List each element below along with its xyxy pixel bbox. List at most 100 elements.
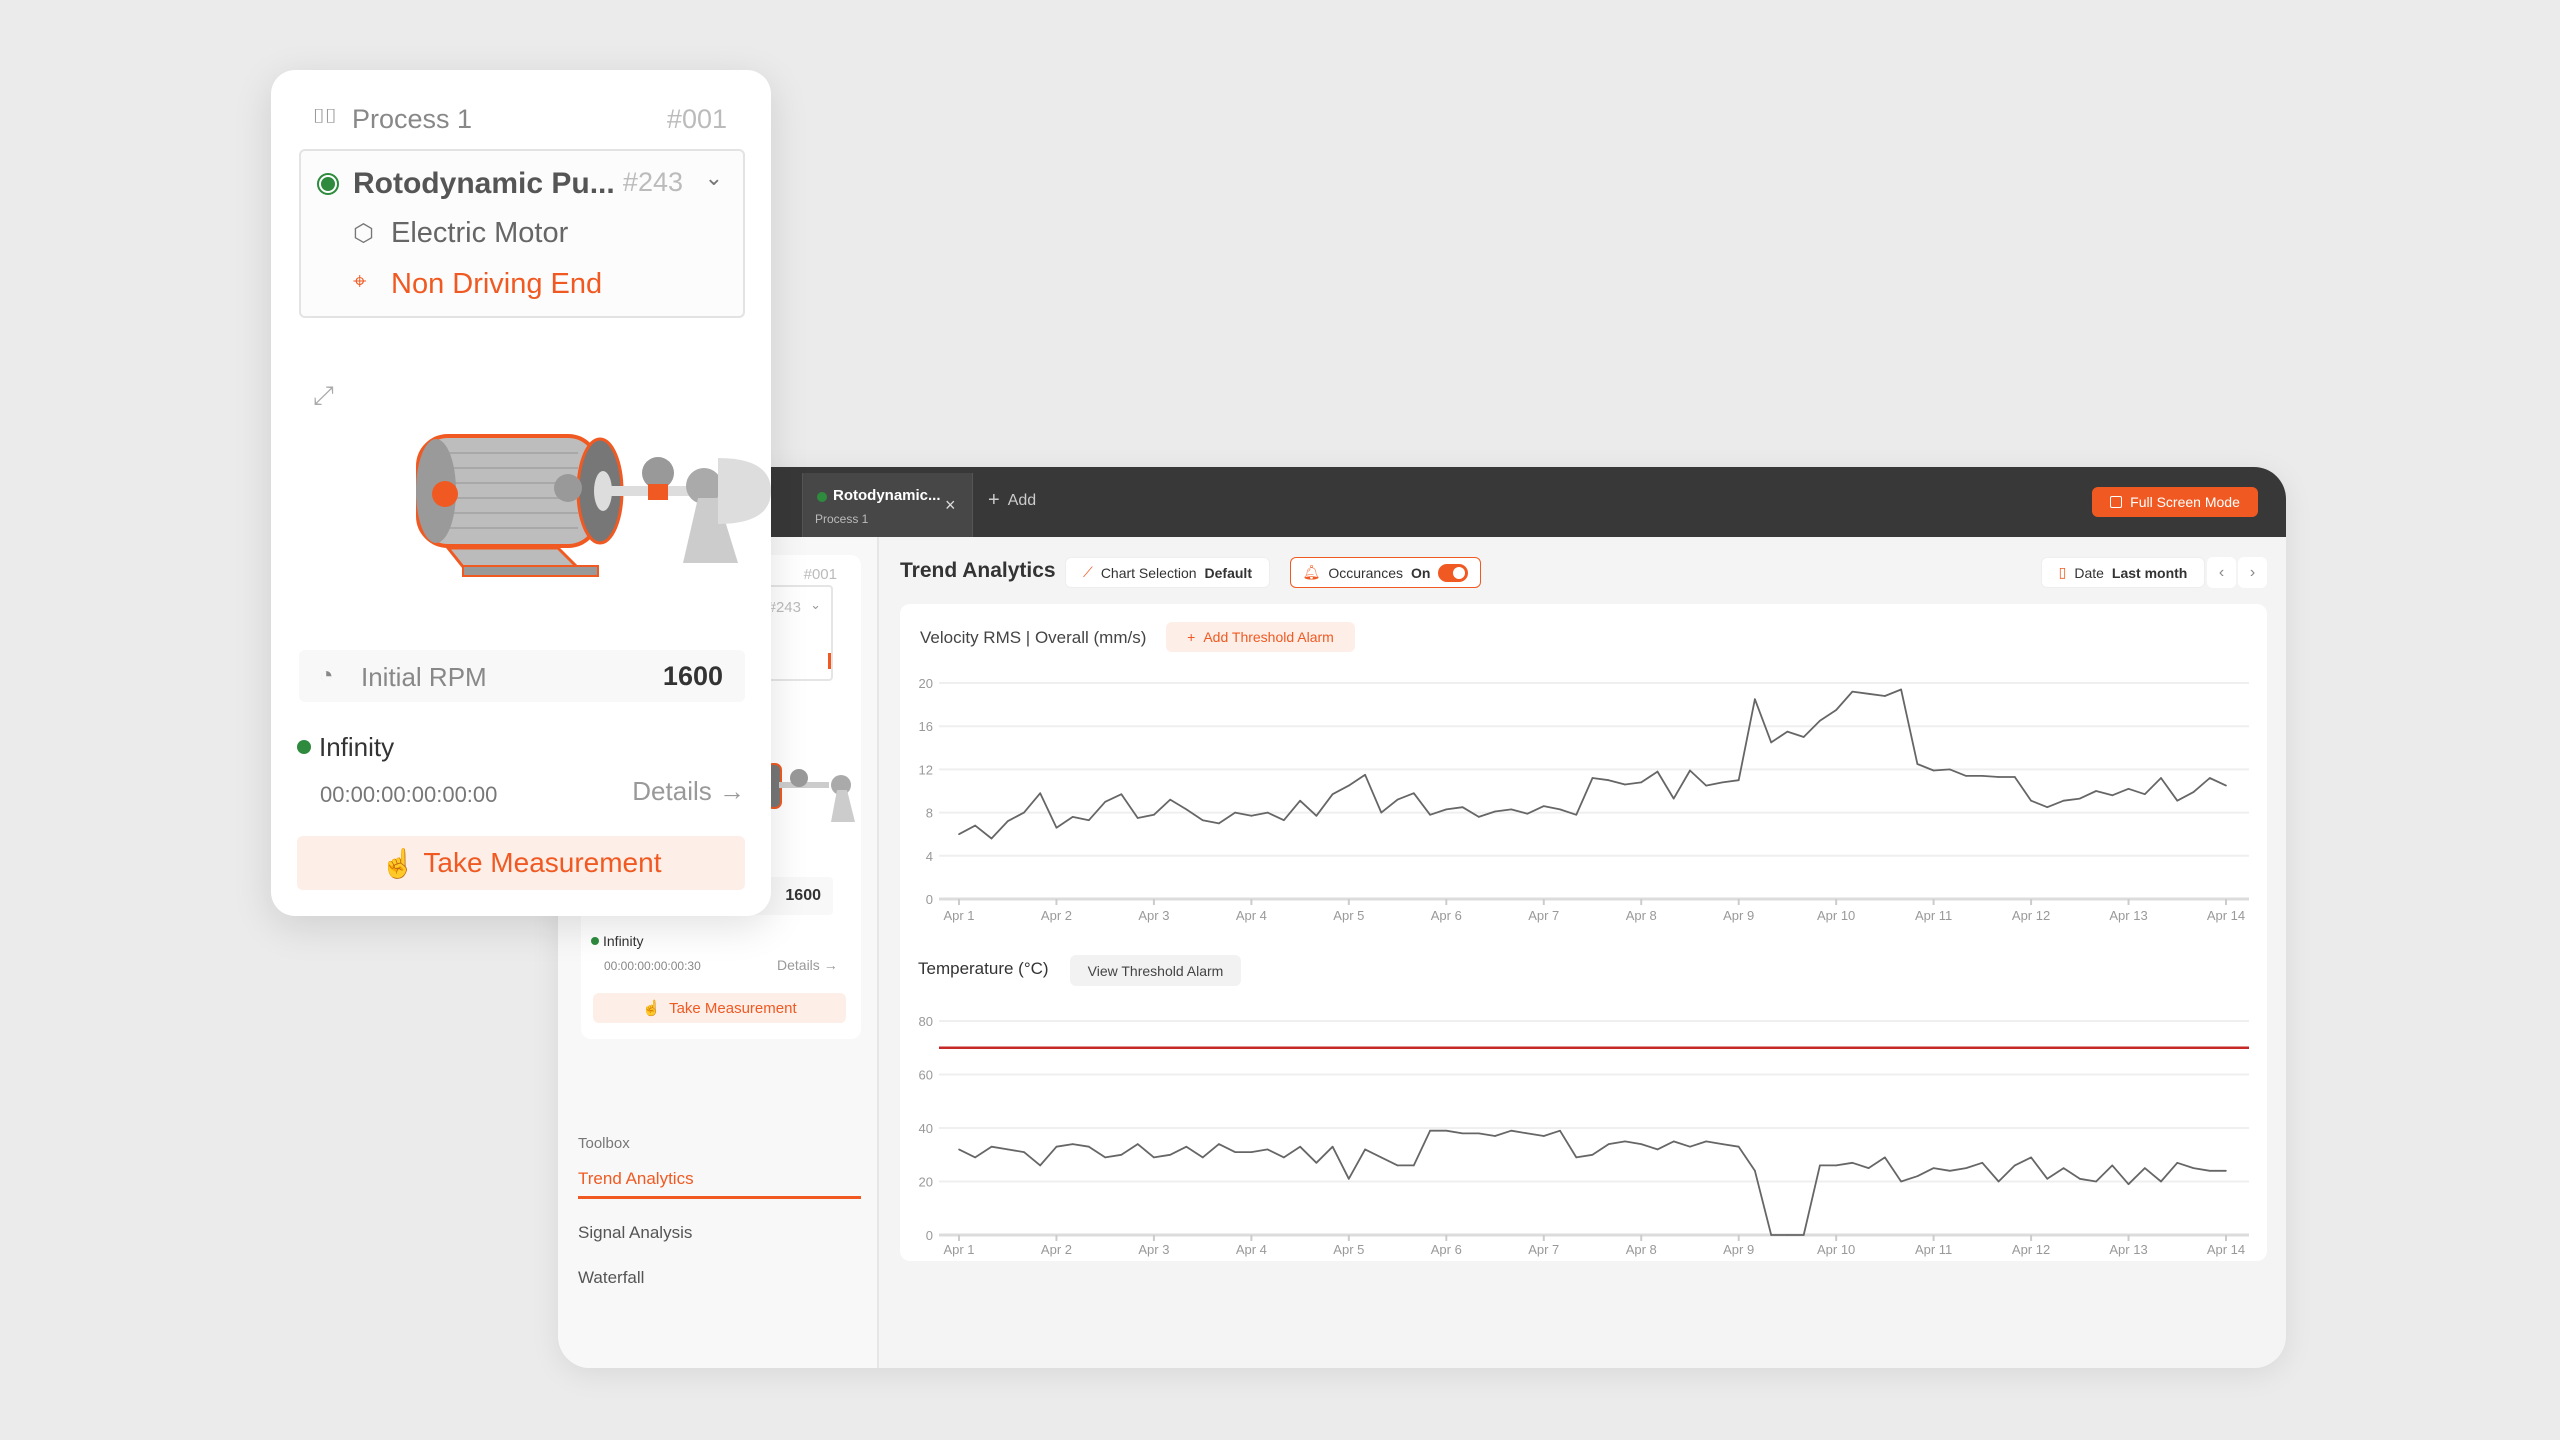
mini-take-measurement-button[interactable]: ☝ Take Measurement (593, 993, 846, 1023)
arrow-right-icon: → (719, 776, 745, 806)
temperature-chart[interactable]: 0 20 40 60 80 Apr 1 Apr 2 Apr 3 Apr 4 Apr 5 Apr 6 A… (900, 990, 2267, 1260)
data-point (1153, 813, 1155, 816)
close-tab-icon[interactable]: × (945, 495, 956, 516)
data-point (2127, 788, 2130, 790)
tool-trend-analytics[interactable]: Trend Analytics (578, 1169, 861, 1199)
y-tick-label: 0 (926, 1228, 933, 1243)
temperature-chart-title: Temperature (°C) (918, 959, 1049, 978)
status-name: Infinity (319, 732, 395, 762)
data-point (1949, 768, 1951, 771)
data-point (1023, 811, 1025, 814)
data-point (1380, 1156, 1383, 1159)
data-point (1088, 819, 1090, 821)
occurances-label: Occurances (1328, 564, 1404, 581)
data-point (1348, 1178, 1350, 1180)
data-point (1331, 1145, 1334, 1148)
data-point (1104, 1156, 1106, 1159)
process-icon: ⌷⌷ (313, 106, 337, 128)
occurances-toggle-button[interactable]: 🔔︎ Occurances On (1290, 557, 1481, 588)
data-point (1380, 811, 1383, 814)
mini-details-link[interactable]: Details → (777, 957, 838, 973)
velocity-chart[interactable]: 0 4 8 12 16 20 Apr 1 Apr 2 Apr 3 Apr 4 Apr 5 Apr 6 A… (900, 660, 2267, 930)
asset-selector[interactable]: Rotodynamic Pu... #243 ⌄ ⬡ Electric Moto… (299, 149, 745, 318)
data-point (1754, 1170, 1756, 1172)
data-point (1802, 736, 1805, 738)
chart-selection-value: Default (1204, 564, 1252, 581)
occurances-toggle[interactable] (1438, 563, 1469, 582)
chart-selection-button[interactable]: ⟋ Chart Selection Default (1065, 557, 1270, 588)
data-point (1348, 784, 1350, 787)
x-tick-label: Apr 6 (1431, 908, 1462, 923)
data-point (1802, 1234, 1805, 1236)
data-point (1786, 730, 1789, 733)
data-point (1218, 822, 1220, 825)
data-point (2111, 1164, 2114, 1167)
x-tick-label: Apr 7 (1528, 908, 1559, 923)
data-point (1136, 1143, 1139, 1145)
chevron-right-icon: › (2249, 563, 2256, 581)
data-point (2143, 1167, 2146, 1169)
data-point (1510, 808, 1513, 811)
data-point (1283, 819, 1285, 821)
data-point (2079, 797, 2081, 800)
data-point (1949, 1170, 1951, 1172)
take-measurement-button[interactable]: ☝ Take Measurement (297, 836, 745, 890)
mini-process-id: #001 (803, 566, 837, 583)
add-tab-button[interactable]: + Add (988, 489, 1036, 512)
data-point (990, 837, 993, 840)
x-tick-label: Apr 9 (1723, 1242, 1754, 1257)
date-range-button[interactable]: ▯ Date Last month (2041, 557, 2205, 588)
y-tick-label: 40 (919, 1121, 933, 1136)
y-tick-label: 20 (919, 676, 933, 691)
chart-line-icon: ⟋ (1083, 564, 1093, 580)
next-date-button[interactable]: › (2238, 557, 2267, 588)
expand-icon[interactable]: ⤢ (313, 380, 334, 412)
data-point (1413, 792, 1415, 794)
data-point (1607, 779, 1610, 781)
data-point (1819, 720, 1821, 722)
tool-signal-analysis[interactable]: Signal Analysis (578, 1223, 692, 1243)
data-point (1315, 815, 1318, 817)
data-point (2095, 790, 2097, 792)
details-link[interactable]: Details → (632, 776, 745, 807)
process-name: Process 1 (352, 104, 473, 134)
data-point (1981, 1161, 1984, 1164)
add-threshold-alarm-button[interactable]: + Add Threshold Alarm (1166, 622, 1355, 652)
y-tick-label: 12 (919, 762, 933, 777)
data-point (1477, 816, 1480, 818)
data-point (1120, 793, 1123, 796)
data-point (1542, 1135, 1545, 1137)
plus-icon: + (1187, 629, 1196, 645)
series-line (958, 1129, 2226, 1236)
take-measurement-label: Take Measurement (423, 847, 662, 878)
chart-card: Velocity RMS | Overall (mm/s) + Add Thre… (900, 604, 2267, 1261)
data-point (1120, 1153, 1123, 1156)
x-tick-label: Apr 7 (1528, 1242, 1559, 1257)
data-point (1283, 1156, 1285, 1159)
data-point (1055, 1145, 1058, 1148)
process-id: #001 (666, 104, 727, 134)
data-point (1526, 1132, 1529, 1135)
chevron-down-icon: ⌄ (704, 165, 723, 190)
data-point (1299, 1145, 1301, 1148)
take-measurement-label: Take Measurement (669, 999, 797, 1017)
data-point (1429, 1129, 1431, 1132)
tab-rotodynamic[interactable]: Rotodynamic... Process 1 × (802, 473, 973, 537)
rpm-row: ◔ Initial RPM 1600 (299, 650, 745, 702)
full-screen-button[interactable]: Full Screen Mode (2092, 487, 2258, 517)
data-point (990, 1145, 993, 1148)
data-point (1656, 1148, 1659, 1151)
view-threshold-alarm-button[interactable]: View Threshold Alarm (1070, 955, 1241, 986)
data-point (2192, 1167, 2195, 1169)
data-point (1494, 1135, 1496, 1137)
data-point (2176, 1161, 2179, 1164)
timer: 00:00:00:00:00:00 (320, 782, 498, 807)
data-point (2208, 777, 2211, 779)
data-point (1754, 698, 1756, 700)
data-point (1932, 769, 1935, 772)
tool-waterfall[interactable]: Waterfall (578, 1268, 644, 1288)
data-point (1250, 815, 1253, 817)
prev-date-button[interactable]: ‹ (2207, 557, 2236, 588)
x-tick-label: Apr 4 (1236, 908, 1267, 923)
data-point (1640, 1143, 1643, 1145)
